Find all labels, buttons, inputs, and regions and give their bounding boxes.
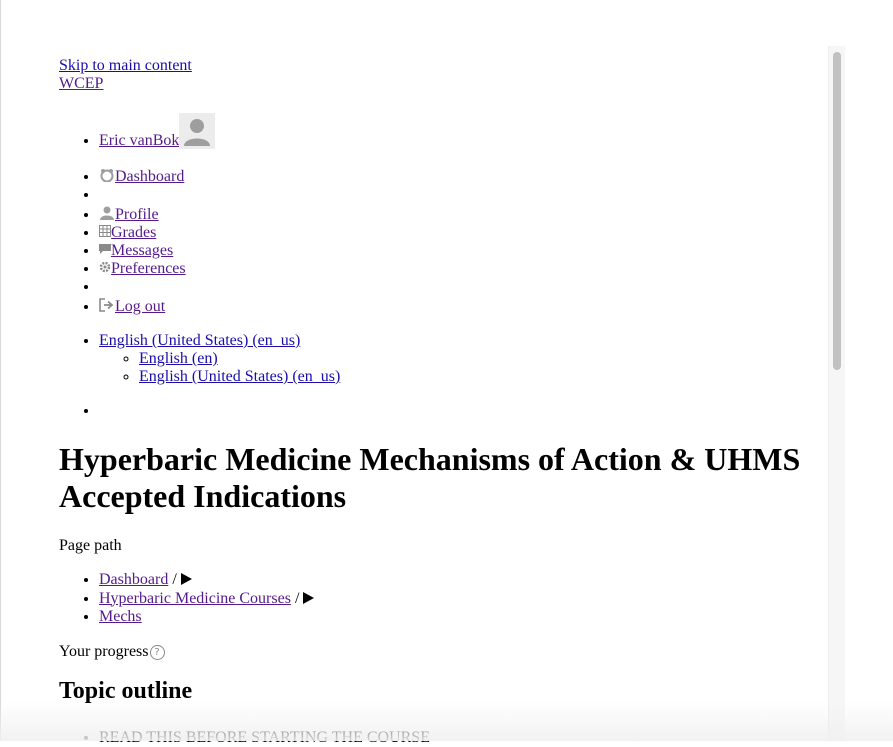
user-name-link[interactable]: Eric vanBok	[99, 132, 179, 149]
topic-list: READ THIS BEFORE STARTING THE COURSE	[59, 729, 819, 747]
breadcrumb-courses-link[interactable]: Hyperbaric Medicine Courses	[99, 590, 291, 607]
logout-link[interactable]: Log out	[115, 298, 165, 315]
breadcrumb-label: Page path	[59, 537, 122, 554]
user-icon	[99, 206, 115, 220]
site-name-link[interactable]: WCEP	[59, 75, 819, 93]
breadcrumb-item: Dashboard /	[99, 571, 819, 590]
scrollbar-thumb[interactable]	[833, 52, 841, 370]
menu-spacer	[99, 316, 819, 332]
empty-menu-item	[99, 402, 819, 420]
breadcrumb-separator: /	[172, 571, 177, 588]
breadcrumb-mechs-link[interactable]: Mechs	[99, 608, 142, 625]
menu-spacer	[99, 150, 819, 168]
language-option-en[interactable]: English (en)	[139, 350, 819, 368]
user-menu-name: Eric vanBok	[99, 113, 819, 150]
menu-item-logout[interactable]: Log out	[99, 298, 819, 316]
play-arrow-icon	[180, 573, 192, 585]
messages-link[interactable]: Messages	[111, 242, 173, 259]
grid-table-icon	[99, 224, 111, 238]
progress-row: Your progress?	[59, 643, 819, 661]
language-menu: English (United States) (en_us) English …	[99, 332, 819, 386]
page-title: Hyperbaric Medicine Mechanisms of Action…	[59, 441, 801, 514]
play-arrow-icon	[303, 591, 315, 604]
preferences-link[interactable]: Preferences	[111, 260, 186, 277]
dashboard-link[interactable]: Dashboard	[115, 168, 184, 185]
skip-to-content-link[interactable]: Skip to main content	[59, 57, 819, 75]
menu-item-messages[interactable]: Messages	[99, 242, 819, 260]
breadcrumb-separator: /	[294, 589, 300, 607]
user-menu: Eric vanBok Dashboard Profile Grades	[59, 113, 819, 420]
language-current-link[interactable]: English (United States) (en_us)	[99, 332, 300, 349]
menu-item-grades[interactable]: Grades	[99, 224, 819, 242]
user-avatar-icon[interactable]	[179, 113, 216, 149]
help-icon[interactable]: ?	[149, 644, 165, 660]
language-option-link[interactable]: English (United States) (en_us)	[139, 368, 340, 385]
menu-spacer	[99, 386, 819, 402]
menu-item-preferences[interactable]: Preferences	[99, 260, 819, 278]
vertical-scrollbar[interactable]	[828, 46, 845, 741]
dashboard-icon	[99, 168, 115, 182]
breadcrumb: Dashboard / Hyperbaric Medicine Courses …	[59, 571, 819, 627]
section-heading: Topic outline	[59, 677, 193, 704]
speech-bubble-icon	[99, 242, 111, 256]
breadcrumb-item: Hyperbaric Medicine Courses /	[99, 590, 819, 609]
page-content: Skip to main content WCEP Eric vanBok Da…	[59, 57, 819, 747]
breadcrumb-item: Mechs	[99, 608, 819, 627]
language-option-en-us[interactable]: English (United States) (en_us)	[139, 368, 819, 386]
menu-divider	[99, 186, 819, 204]
progress-label: Your progress	[59, 642, 149, 660]
menu-divider	[99, 278, 819, 296]
topic-item: READ THIS BEFORE STARTING THE COURSE	[99, 729, 819, 747]
menu-item-dashboard[interactable]: Dashboard	[99, 168, 819, 186]
language-options: English (en) English (United States) (en…	[99, 350, 819, 386]
breadcrumb-dashboard-link[interactable]: Dashboard	[99, 571, 168, 588]
sign-out-icon	[99, 298, 115, 312]
menu-item-profile[interactable]: Profile	[99, 206, 819, 224]
gear-icon	[99, 260, 111, 274]
language-option-link[interactable]: English (en)	[139, 350, 218, 367]
grades-link[interactable]: Grades	[111, 224, 156, 241]
profile-link[interactable]: Profile	[115, 206, 159, 223]
window-left-edge	[0, 0, 1, 741]
